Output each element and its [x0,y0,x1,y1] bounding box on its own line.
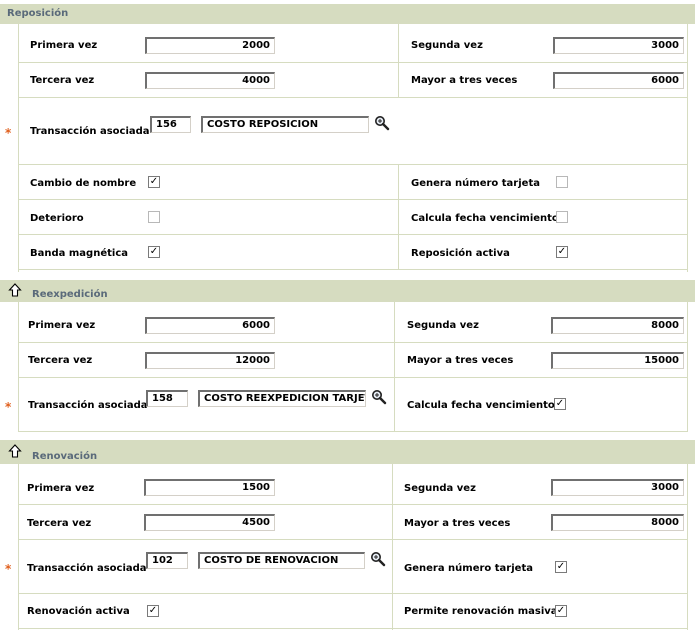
segunda-vez-label: Segunda vez [407,320,479,331]
divider [18,269,688,270]
divider [18,464,19,630]
required-marker: * [5,400,12,414]
reposicion-activa-label: Reposición activa [411,248,510,259]
primera-vez-label: Primera vez [28,320,96,331]
divider [18,377,688,378]
segunda-vez-input[interactable]: 8000 [551,317,684,334]
divider [18,431,688,432]
segunda-vez-input[interactable]: 3000 [553,37,684,54]
magnifier-icon[interactable] [370,551,386,567]
tercera-vez-label: Tercera vez [27,518,92,529]
divider [18,164,688,165]
genera-numero-tarjeta-checkbox[interactable]: ✓ [555,561,567,573]
magnifier-icon[interactable] [371,389,387,405]
permite-renovacion-masiva-checkbox[interactable]: ✓ [555,605,567,617]
deterioro-label: Deterioro [30,213,84,224]
mayor-tres-veces-input[interactable]: 15000 [551,352,684,369]
transaccion-code-input[interactable]: 156 [150,116,191,133]
segunda-vez-label: Segunda vez [404,483,476,494]
segunda-vez-input[interactable]: 3000 [551,479,684,496]
transaccion-desc-input[interactable]: COSTO REEXPEDICION TARJETA [198,390,366,407]
renovacion-title: Renovación [32,451,98,462]
divider [18,97,688,98]
up-arrow-icon[interactable] [8,444,22,458]
calcula-fecha-vencimiento-label: Calcula fecha vencimiento [411,213,559,224]
divider [18,539,688,540]
transaccion-code-input[interactable]: 158 [146,390,188,407]
genera-numero-tarjeta-label: Genera número tarjeta [404,563,533,574]
divider [398,164,399,270]
required-marker: * [5,126,12,140]
calcula-fecha-vencimiento-label: Calcula fecha vencimiento [407,400,555,411]
renovacion-header [0,440,695,464]
reposicion-header [0,4,695,24]
magnifier-icon[interactable] [374,115,390,131]
divider [18,199,688,200]
divider [18,593,688,594]
divider [18,62,688,63]
divider [398,24,399,98]
transaccion-code-input[interactable]: 102 [146,552,188,569]
cambio-nombre-label: Cambio de nombre [30,178,137,189]
mayor-tres-veces-label: Mayor a tres veces [407,355,514,366]
genera-numero-tarjeta-label: Genera número tarjeta [411,178,540,189]
divider [394,302,395,432]
deterioro-checkbox[interactable] [148,211,160,223]
mayor-tres-veces-input[interactable]: 6000 [553,72,684,89]
calcula-fecha-vencimiento-checkbox[interactable] [556,211,568,223]
divider [687,464,688,630]
primera-vez-label: Primera vez [30,40,98,51]
tercera-vez-label: Tercera vez [30,75,95,86]
divider [687,302,688,432]
primera-vez-input[interactable]: 6000 [145,317,275,334]
transaccion-desc-input[interactable]: COSTO REPOSICION [201,116,369,133]
tercera-vez-input[interactable]: 4000 [145,72,275,89]
primera-vez-input[interactable]: 1500 [144,479,275,496]
reexpedicion-title: Reexpedición [32,289,108,300]
divider [18,302,19,432]
calcula-fecha-vencimiento-checkbox[interactable]: ✓ [554,398,566,410]
renovacion-activa-label: Renovación activa [27,606,130,617]
primera-vez-input[interactable]: 2000 [145,37,275,54]
mayor-tres-veces-input[interactable]: 8000 [551,514,684,531]
primera-vez-label: Primera vez [27,483,95,494]
transaccion-asociada-label: Transacción asociada [30,126,150,137]
divider [18,628,688,629]
transaccion-asociada-label: Transacción asociada [27,563,147,574]
tercera-vez-input[interactable]: 4500 [144,514,275,531]
divider [18,342,688,343]
divider [18,504,688,505]
cambio-nombre-checkbox[interactable]: ✓ [148,176,160,188]
required-marker: * [5,562,12,576]
reposicion-title: Reposición [7,8,69,19]
up-arrow-icon[interactable] [8,283,22,297]
transaccion-desc-input[interactable]: COSTO DE RENOVACION [198,552,365,569]
transaccion-asociada-label: Transacción asociada [28,400,148,411]
mayor-tres-veces-label: Mayor a tres veces [411,75,518,86]
segunda-vez-label: Segunda vez [411,40,483,51]
permite-renovacion-masiva-label: Permite renovación masiva [404,606,558,617]
genera-numero-tarjeta-checkbox[interactable] [556,176,568,188]
mayor-tres-veces-label: Mayor a tres veces [404,518,511,529]
divider [392,464,393,630]
tercera-vez-input[interactable]: 12000 [145,352,275,369]
tercera-vez-label: Tercera vez [28,355,93,366]
divider [18,234,688,235]
renovacion-activa-checkbox[interactable]: ✓ [147,605,159,617]
reposicion-activa-checkbox[interactable]: ✓ [556,246,568,258]
banda-magnetica-label: Banda magnética [30,248,128,259]
banda-magnetica-checkbox[interactable]: ✓ [148,246,160,258]
